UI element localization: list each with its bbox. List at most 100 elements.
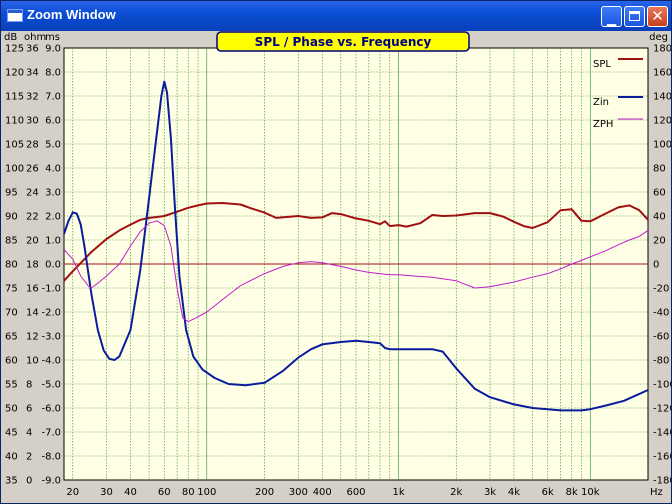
tick-label-db: 85 [5, 236, 18, 247]
tick-label-ms: -9.0 [41, 476, 61, 487]
tick-label-ohm: 14 [26, 308, 39, 319]
x-axis-label: Hz [650, 487, 663, 498]
x-tick-label: 1k [392, 487, 404, 498]
tick-label-deg: 140 [653, 92, 671, 103]
x-tick-label: 300 [289, 487, 308, 498]
tick-label-db: 50 [5, 404, 18, 415]
tick-label-deg: 80 [653, 164, 666, 175]
x-tick-label: 30 [100, 487, 113, 498]
axis-label-deg: deg [649, 32, 668, 43]
tick-label-db: 95 [5, 188, 18, 199]
window-icon [7, 9, 23, 22]
tick-label-ohm: 30 [26, 116, 39, 127]
tick-label-deg: -60 [653, 332, 669, 343]
tick-label-ohm: 8 [26, 380, 32, 391]
tick-label-deg: -180 [653, 476, 671, 487]
x-tick-label: 4k [508, 487, 520, 498]
x-tick-label: 2k [450, 487, 462, 498]
tick-label-ms: 8.0 [45, 68, 61, 79]
x-tick-label: 60 [158, 487, 171, 498]
x-tick-label: 80 [182, 487, 195, 498]
tick-label-ms: -5.0 [41, 380, 61, 391]
tick-label-ms: -8.0 [41, 452, 61, 463]
tick-label-deg: -120 [653, 404, 671, 415]
x-tick-label: 400 [313, 487, 332, 498]
tick-label-db: 115 [5, 92, 24, 103]
x-tick-label: 600 [346, 487, 365, 498]
tick-label-ms: 3.0 [45, 188, 61, 199]
zoom-window: Zoom Window ▁ ✕ dB ohm ms deg 125 36 9.0 180 120… [0, 0, 672, 504]
tick-label-ohm: 22 [26, 212, 39, 223]
tick-label-ms: -6.0 [41, 404, 61, 415]
minimize-icon: ▁ [606, 12, 617, 26]
legend-label-zin: Zin [593, 97, 609, 108]
tick-label-ohm: 20 [26, 236, 39, 247]
tick-label-db: 120 [5, 68, 24, 79]
tick-label-db: 90 [5, 212, 18, 223]
tick-label-ohm: 32 [26, 92, 39, 103]
tick-label-deg: -20 [653, 284, 669, 295]
chart-title: SPL / Phase vs. Frequency [255, 35, 432, 49]
tick-label-ohm: 34 [26, 68, 39, 79]
tick-label-ohm: 10 [26, 356, 39, 367]
tick-label-ms: -2.0 [41, 308, 61, 319]
tick-label-deg: -160 [653, 452, 671, 463]
tick-label-ms: -1.0 [41, 284, 61, 295]
tick-label-db: 80 [5, 260, 18, 271]
x-tick-label: 3k [484, 487, 496, 498]
tick-label-ms: 4.0 [45, 164, 61, 175]
tick-label-ohm: 24 [26, 188, 39, 199]
tick-label-ms: 7.0 [45, 92, 61, 103]
tick-label-ohm: 18 [26, 260, 39, 271]
x-tick-label: 40 [124, 487, 137, 498]
tick-label-ohm: 4 [26, 428, 32, 439]
tick-label-ohm: 0 [26, 476, 32, 487]
tick-label-deg: -100 [653, 380, 671, 391]
x-tick-label: 20 [66, 487, 79, 498]
tick-label-deg: 0 [653, 260, 659, 271]
axis-label-ohm: ohm [24, 32, 46, 43]
tick-label-db: 105 [5, 140, 24, 151]
minimize-button[interactable]: ▁ [601, 6, 622, 27]
tick-label-ms: -3.0 [41, 332, 61, 343]
tick-label-ms: 0.0 [45, 260, 61, 271]
tick-label-deg: 60 [653, 188, 666, 199]
maximize-button[interactable] [624, 6, 645, 27]
title-bar[interactable]: Zoom Window ▁ ✕ [1, 1, 671, 31]
tick-label-db: 110 [5, 116, 24, 127]
window-title: Zoom Window [27, 7, 116, 22]
tick-label-db: 55 [5, 380, 18, 391]
tick-label-db: 45 [5, 428, 18, 439]
close-button[interactable]: ✕ [647, 6, 668, 27]
tick-label-ohm: 12 [26, 332, 39, 343]
tick-label-db: 60 [5, 356, 18, 367]
tick-label-deg: 40 [653, 212, 666, 223]
tick-label-db: 125 [5, 44, 24, 55]
legend-label-zph: ZPH [593, 119, 613, 130]
tick-label-db: 75 [5, 284, 18, 295]
close-icon: ✕ [651, 7, 664, 25]
tick-label-ms: 6.0 [45, 116, 61, 127]
x-tick-label: 200 [255, 487, 274, 498]
tick-label-deg: 180 [653, 44, 671, 55]
tick-label-ms: 1.0 [45, 236, 61, 247]
tick-label-ohm: 28 [26, 140, 39, 151]
tick-label-deg: 160 [653, 68, 671, 79]
axis-label-ms: ms [45, 32, 60, 43]
tick-label-ohm: 36 [26, 44, 39, 55]
tick-label-ohm: 2 [26, 452, 32, 463]
x-tick-label: 10k [581, 487, 600, 498]
tick-label-ms: -4.0 [41, 356, 61, 367]
tick-label-db: 35 [5, 476, 18, 487]
tick-label-db: 100 [5, 164, 24, 175]
tick-label-deg: -140 [653, 428, 671, 439]
tick-label-db: 70 [5, 308, 18, 319]
tick-label-deg: 120 [653, 116, 671, 127]
tick-label-deg: -80 [653, 356, 669, 367]
legend-label-spl: SPL [593, 59, 611, 70]
tick-label-deg: -40 [653, 308, 669, 319]
tick-label-ms: 2.0 [45, 212, 61, 223]
tick-label-ms: -7.0 [41, 428, 61, 439]
tick-label-ms: 9.0 [45, 44, 61, 55]
x-tick-label: 6k [542, 487, 554, 498]
